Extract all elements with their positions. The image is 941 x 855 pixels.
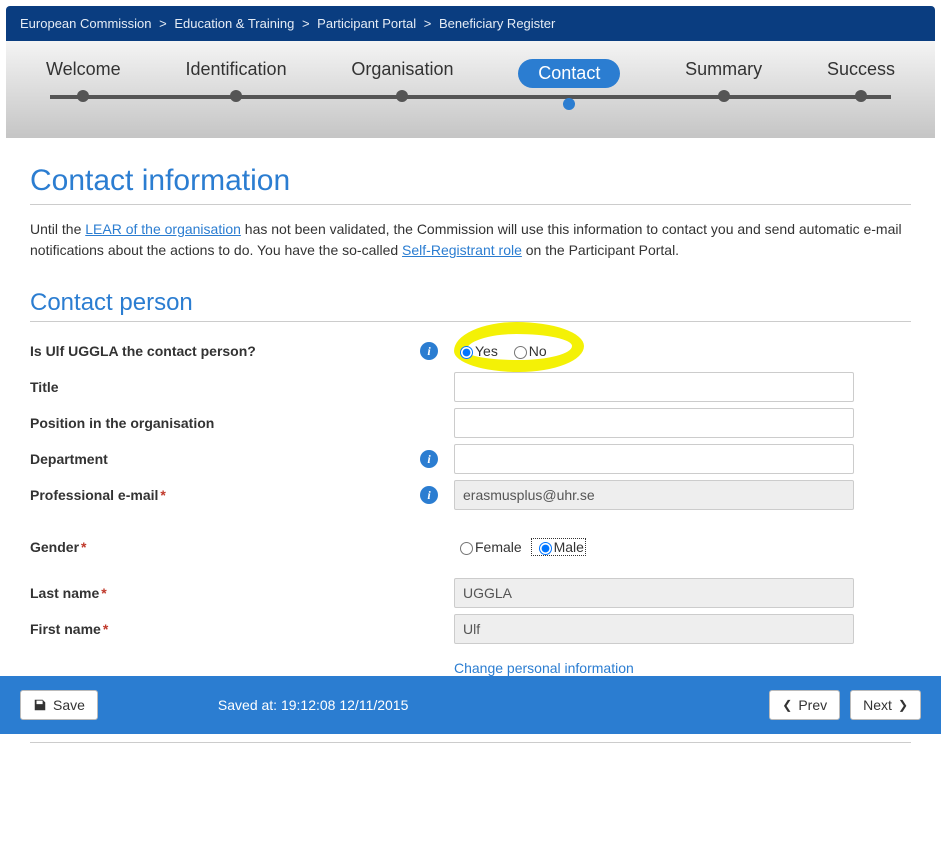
- wizard-step-label: Identification: [186, 59, 287, 80]
- section-contact-person: Contact person: [30, 289, 911, 322]
- title-input[interactable]: [454, 372, 854, 402]
- wizard-dot-icon: [396, 90, 408, 102]
- next-button-label: Next: [863, 697, 892, 713]
- wizard-dot-icon: [563, 98, 575, 110]
- title-label: Title: [30, 375, 420, 399]
- is-contact-radio-group: Yes No: [454, 343, 911, 359]
- wizard-dot-icon: [855, 90, 867, 102]
- intro-suffix: on the Participant Portal.: [522, 242, 679, 258]
- radio-female[interactable]: [460, 542, 473, 555]
- required-marker: *: [81, 539, 86, 555]
- chevron-left-icon: ❮: [782, 698, 792, 712]
- next-button[interactable]: Next ❯: [850, 690, 921, 720]
- wizard-step-organisation[interactable]: Organisation: [351, 59, 453, 110]
- radio-female-label: Female: [475, 539, 522, 555]
- first-name-input: [454, 614, 854, 644]
- wizard-dot-icon: [718, 90, 730, 102]
- wizard-step-label: Welcome: [46, 59, 121, 80]
- wizard-step-summary[interactable]: Summary: [685, 59, 762, 110]
- breadcrumb-item[interactable]: Participant Portal: [317, 16, 416, 31]
- gender-male[interactable]: Male: [532, 539, 585, 555]
- prof-email-input: [454, 480, 854, 510]
- radio-male[interactable]: [539, 542, 552, 555]
- last-name-input: [454, 578, 854, 608]
- save-button-label: Save: [53, 697, 85, 713]
- breadcrumb-item[interactable]: Beneficiary Register: [439, 16, 555, 31]
- gender-female[interactable]: Female: [454, 539, 522, 555]
- intro-prefix: Until the: [30, 221, 85, 237]
- info-icon[interactable]: i: [420, 486, 438, 504]
- required-marker: *: [103, 621, 108, 637]
- gender-label: Gender*: [30, 535, 420, 559]
- wizard-step-label: Organisation: [351, 59, 453, 80]
- wizard-stepper: Welcome Identification Organisation Cont…: [6, 41, 935, 138]
- prev-button[interactable]: ❮ Prev: [769, 690, 840, 720]
- save-button[interactable]: Save: [20, 690, 98, 720]
- footer-bar: Save Saved at: 19:12:08 12/11/2015 ❮ Pre…: [0, 676, 941, 734]
- self-registrant-link[interactable]: Self-Registrant role: [402, 242, 522, 258]
- chevron-right-icon: >: [302, 16, 310, 31]
- wizard-step-label: Contact: [518, 59, 620, 88]
- first-name-label: First name*: [30, 617, 420, 641]
- chevron-right-icon: ❯: [898, 698, 908, 712]
- breadcrumb-item[interactable]: European Commission: [20, 16, 152, 31]
- radio-yes[interactable]: [460, 346, 473, 359]
- prof-email-label: Professional e-mail*: [30, 483, 420, 507]
- wizard-step-identification[interactable]: Identification: [186, 59, 287, 110]
- wizard-dot-icon: [77, 90, 89, 102]
- chevron-right-icon: >: [159, 16, 167, 31]
- is-contact-yes[interactable]: Yes: [454, 343, 498, 359]
- intro-text: Until the LEAR of the organisation has n…: [30, 219, 911, 261]
- prev-button-label: Prev: [798, 697, 827, 713]
- department-input[interactable]: [454, 444, 854, 474]
- wizard-step-welcome[interactable]: Welcome: [46, 59, 121, 110]
- info-icon[interactable]: i: [420, 342, 438, 360]
- wizard-step-success[interactable]: Success: [827, 59, 895, 110]
- saved-at-text: Saved at: 19:12:08 12/11/2015: [218, 697, 408, 713]
- radio-male-label: Male: [554, 539, 584, 555]
- radio-no-label: No: [529, 343, 547, 359]
- last-name-label: Last name*: [30, 581, 420, 605]
- save-icon: [33, 698, 47, 712]
- chevron-right-icon: >: [424, 16, 432, 31]
- position-label: Position in the organisation: [30, 411, 420, 435]
- wizard-step-contact[interactable]: Contact: [518, 59, 620, 110]
- info-icon[interactable]: i: [420, 450, 438, 468]
- gender-radio-group: Female Male: [454, 539, 911, 555]
- wizard-dot-icon: [230, 90, 242, 102]
- required-marker: *: [160, 487, 165, 503]
- page-title: Contact information: [30, 164, 911, 205]
- wizard-step-label: Summary: [685, 59, 762, 80]
- breadcrumb-item[interactable]: Education & Training: [174, 16, 294, 31]
- is-contact-no[interactable]: No: [508, 343, 547, 359]
- department-label: Department: [30, 447, 420, 471]
- wizard-line: [50, 95, 891, 99]
- breadcrumb: European Commission > Education & Traini…: [6, 6, 935, 41]
- lear-link[interactable]: LEAR of the organisation: [85, 221, 241, 237]
- radio-no[interactable]: [514, 346, 527, 359]
- change-personal-link[interactable]: Change personal information: [454, 660, 634, 676]
- is-contact-label: Is Ulf UGGLA the contact person?: [30, 339, 420, 363]
- wizard-step-label: Success: [827, 59, 895, 80]
- required-marker: *: [101, 585, 106, 601]
- position-input[interactable]: [454, 408, 854, 438]
- radio-yes-label: Yes: [475, 343, 498, 359]
